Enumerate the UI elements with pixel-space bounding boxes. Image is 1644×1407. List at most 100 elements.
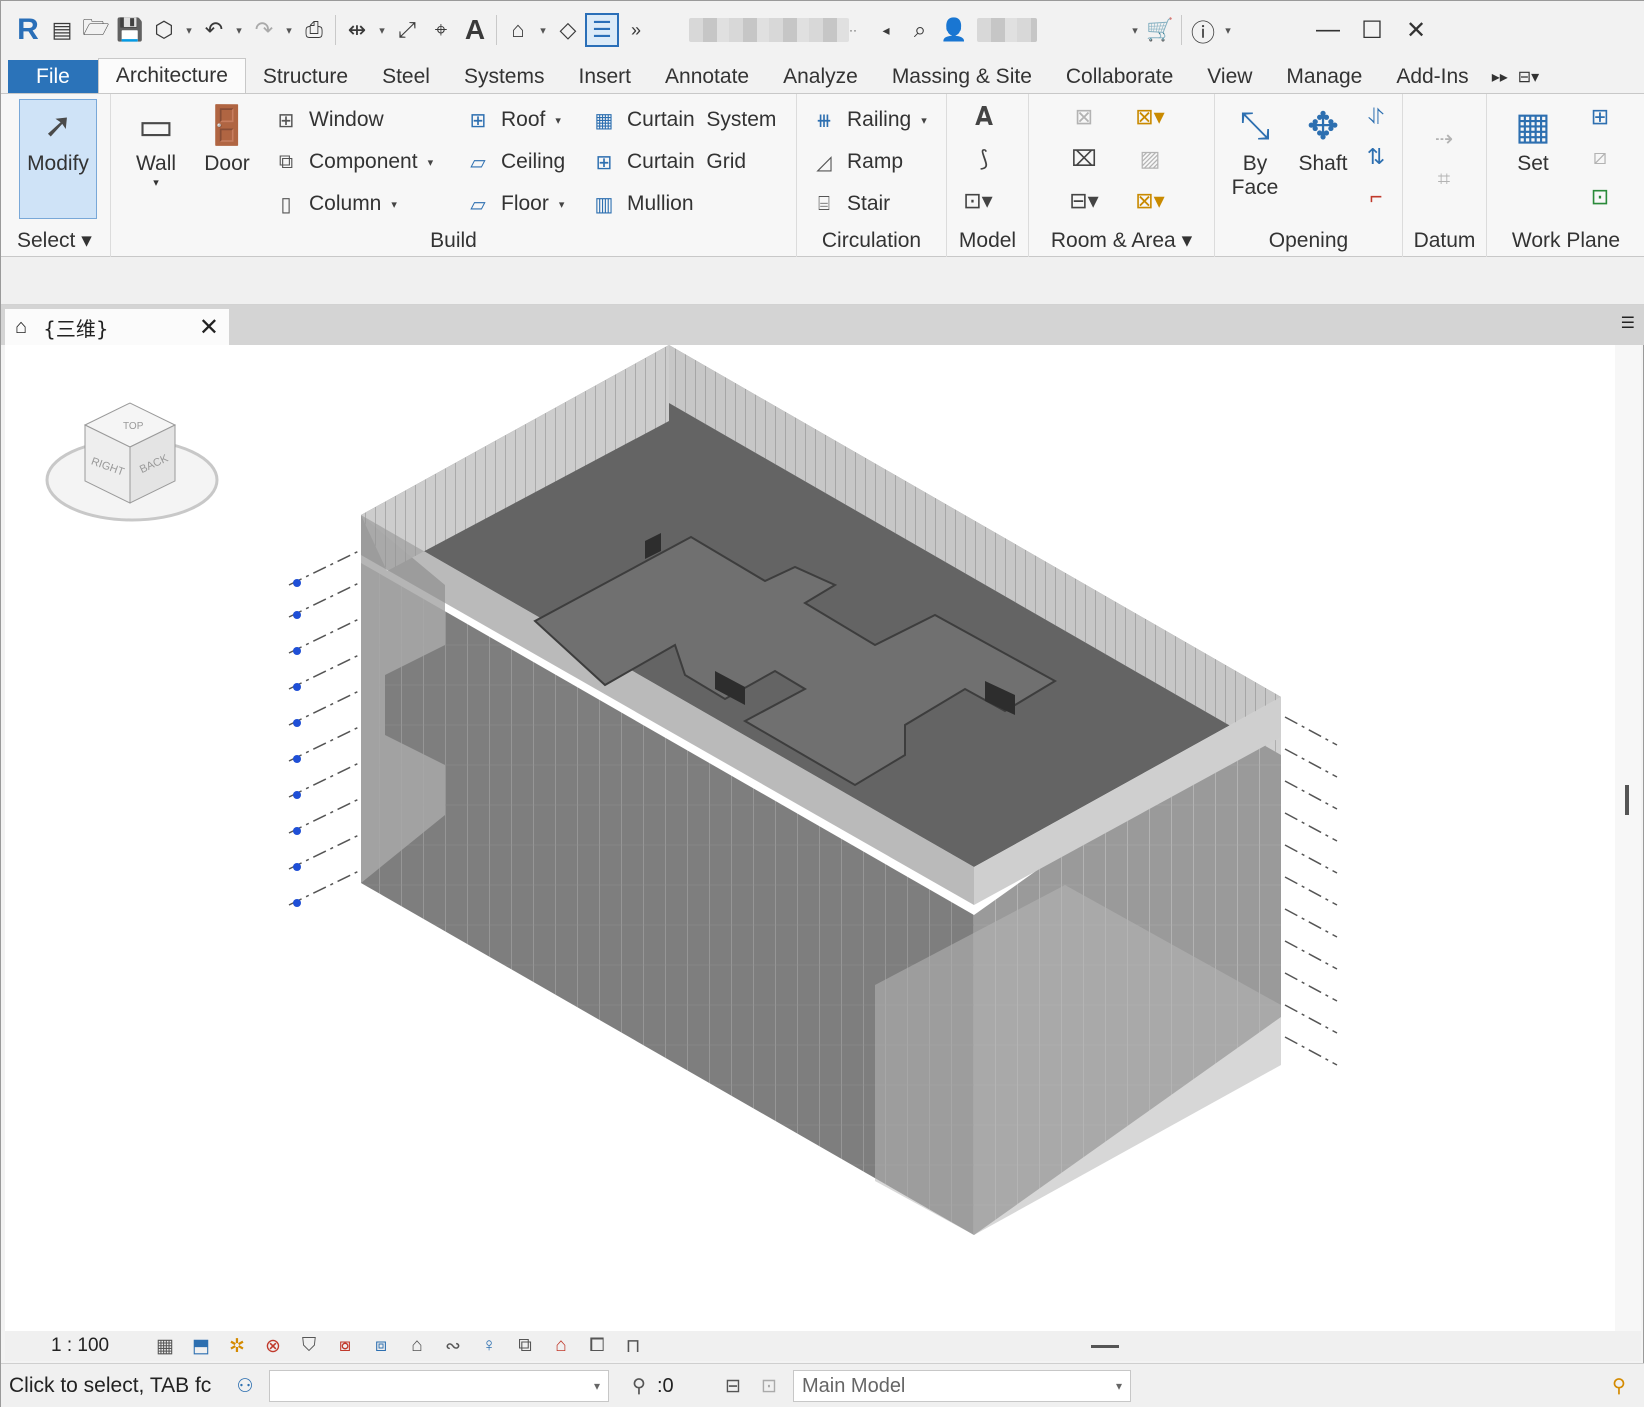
scroll-thumb[interactable] <box>1625 785 1629 815</box>
viewcube[interactable]: TOP RIGHT BACK <box>45 402 219 522</box>
undo-dropdown-icon[interactable]: ▾ <box>231 24 247 37</box>
window-button[interactable]: ⊞ Window <box>271 102 384 138</box>
level-markers[interactable] <box>293 579 301 907</box>
model-line-icon[interactable]: ⟆ <box>967 142 1001 176</box>
ribbon-minimize-icon[interactable]: ⊟▾ <box>1514 60 1543 93</box>
help-icon[interactable]: ⓘ <box>1186 13 1220 47</box>
sync-icon[interactable]: ⬡ <box>147 13 181 47</box>
visual-style-icon[interactable]: ⬒ <box>183 1332 219 1360</box>
view-scale[interactable]: 1 : 100 <box>51 1335 147 1357</box>
detail-level-icon[interactable]: ▦ <box>147 1332 183 1360</box>
3d-view-dropdown-icon[interactable]: ▾ <box>535 24 551 37</box>
close-view-icon[interactable]: ✕ <box>199 313 219 342</box>
binoculars-icon[interactable]: ⌕ <box>903 13 937 47</box>
reveal-constraints-icon[interactable]: ⊓ <box>615 1332 651 1360</box>
section-icon[interactable]: ◇ <box>551 13 585 47</box>
modify-button[interactable]: ➚ Modify <box>19 99 97 219</box>
tab-add-ins[interactable]: Add-Ins <box>1379 60 1485 93</box>
model-text-icon[interactable]: 𝐀 <box>967 100 1001 134</box>
open-icon[interactable]: 🗁 <box>79 13 113 47</box>
workset-icon[interactable]: ⚇ <box>227 1372 263 1400</box>
tab-steel[interactable]: Steel <box>365 60 447 93</box>
railing-button[interactable]: ⧻ Railing ▾ <box>809 102 927 138</box>
minimize-button[interactable]: — <box>1306 10 1350 50</box>
column-button[interactable]: ▯ Column ▾ <box>271 186 397 222</box>
floor-button[interactable]: ▱ Floor ▾ <box>463 186 564 222</box>
measure-icon[interactable]: ⇹ <box>340 13 374 47</box>
viewcube-top[interactable]: TOP <box>123 421 144 432</box>
cart-icon[interactable]: 🛒 <box>1143 13 1177 47</box>
shadows-icon[interactable]: ⊗ <box>255 1332 291 1360</box>
tag-icon[interactable]: ⌖ <box>424 13 458 47</box>
redo-dropdown-icon[interactable]: ▾ <box>281 24 297 37</box>
tab-insert[interactable]: Insert <box>561 60 648 93</box>
tab-systems[interactable]: Systems <box>447 60 562 93</box>
tab-massing-site[interactable]: Massing & Site <box>875 60 1049 93</box>
show-work-plane-icon[interactable]: ⊞ <box>1583 100 1617 134</box>
curtain-system-button[interactable]: ▦ Curtain System <box>589 102 777 138</box>
help-dropdown-icon[interactable]: ▾ <box>1220 24 1236 37</box>
drawing-area[interactable]: TOP RIGHT BACK <box>5 345 1615 1331</box>
ceiling-button[interactable]: ▱ Ceiling <box>463 144 565 180</box>
unlock-view-icon[interactable]: ⌂ <box>399 1332 435 1360</box>
recent-files-icon[interactable]: ▤ <box>45 13 79 47</box>
selection-settings-icon[interactable]: ⚲ <box>1601 1372 1637 1400</box>
curtain-grid-button[interactable]: ⊞ Curtain Grid <box>589 144 746 180</box>
room-icon[interactable]: ⊠ <box>1067 100 1101 134</box>
thin-lines-icon[interactable]: ☰ <box>585 13 619 47</box>
filter-icon[interactable]: ⊟ <box>715 1372 751 1400</box>
floor-dropdown-icon[interactable]: ▾ <box>559 198 565 211</box>
dormer-opening-icon[interactable]: ⌐ <box>1359 180 1393 214</box>
tab-collaborate[interactable]: Collaborate <box>1049 60 1190 93</box>
app-logo[interactable]: R <box>11 13 45 47</box>
area-boundary-icon[interactable]: ▨ <box>1133 142 1167 176</box>
maximize-button[interactable]: ☐ <box>1350 10 1394 50</box>
roof-button[interactable]: ⊞ Roof ▾ <box>463 102 561 138</box>
temp-hide-icon[interactable]: ∾ <box>435 1332 471 1360</box>
measure-dropdown-icon[interactable]: ▾ <box>374 24 390 37</box>
column-dropdown-icon[interactable]: ▾ <box>391 198 397 211</box>
component-dropdown-icon[interactable]: ▾ <box>428 156 434 169</box>
model-group-icon[interactable]: ⊡▾ <box>961 184 995 218</box>
user-dropdown-icon[interactable]: ▾ <box>1127 24 1143 37</box>
redo-icon[interactable]: ↷ <box>247 13 281 47</box>
by-face-button[interactable]: ⤡ By Face <box>1225 100 1285 200</box>
sun-path-icon[interactable]: ✲ <box>219 1332 255 1360</box>
panel-room-area-title[interactable]: Room & Area ▾ <box>1029 228 1214 253</box>
shaft-button[interactable]: ✥ Shaft <box>1293 100 1353 176</box>
view-tab-3d[interactable]: ⌂ {三维} ✕ <box>5 309 229 345</box>
level-icon[interactable]: ⇢ <box>1427 122 1461 156</box>
component-button[interactable]: ⧉ Component ▾ <box>271 144 433 180</box>
tab-structure[interactable]: Structure <box>246 60 365 93</box>
workset-combo[interactable]: ▾ <box>269 1370 609 1402</box>
3d-view-icon[interactable]: ⌂ <box>501 13 535 47</box>
vertical-opening-icon[interactable]: ⇅ <box>1359 140 1393 174</box>
mullion-button[interactable]: ▥ Mullion <box>589 186 694 222</box>
dimension-icon[interactable]: ⤢ <box>390 13 424 47</box>
view-tabs-menu-icon[interactable]: ☰ <box>1621 313 1635 333</box>
wall-dropdown-icon[interactable]: ▾ <box>153 176 159 189</box>
hscroll-thumb[interactable] <box>1091 1344 1119 1348</box>
tab-manage[interactable]: Manage <box>1269 60 1379 93</box>
viewer-icon[interactable]: ⊡ <box>1583 180 1617 214</box>
crop-view-icon[interactable]: ⧇ <box>327 1332 363 1360</box>
render-icon[interactable]: ⛉ <box>291 1332 327 1360</box>
undo-icon[interactable]: ↶ <box>197 13 231 47</box>
ramp-button[interactable]: ◿ Ramp <box>809 144 903 180</box>
close-window-button[interactable]: ✕ <box>1394 10 1438 50</box>
highlight-displacement-icon[interactable]: ⧠ <box>579 1332 615 1360</box>
tabs-overflow-icon[interactable]: ▸▸ <box>1486 60 1514 93</box>
wall-button[interactable]: ▭ Wall ▾ <box>127 100 185 190</box>
tab-analyze[interactable]: Analyze <box>766 60 875 93</box>
ref-plane-icon[interactable]: ⧄ <box>1583 140 1617 174</box>
room-tag-icon[interactable]: ⌧ <box>1067 142 1101 176</box>
tab-view[interactable]: View <box>1190 60 1269 93</box>
panel-select-title[interactable]: Select ▾ <box>1 228 110 253</box>
analytical-model-icon[interactable]: ⌂ <box>543 1332 579 1360</box>
design-options-icon[interactable]: ⊡ <box>751 1372 787 1400</box>
3d-model-view[interactable]: TOP RIGHT BACK <box>5 345 1615 1331</box>
more-icon[interactable]: » <box>619 13 653 47</box>
sync-dropdown-icon[interactable]: ▾ <box>181 24 197 37</box>
area-tag-icon[interactable]: ⊠▾ <box>1133 184 1167 218</box>
reveal-hidden-icon[interactable]: ♀ <box>471 1332 507 1360</box>
